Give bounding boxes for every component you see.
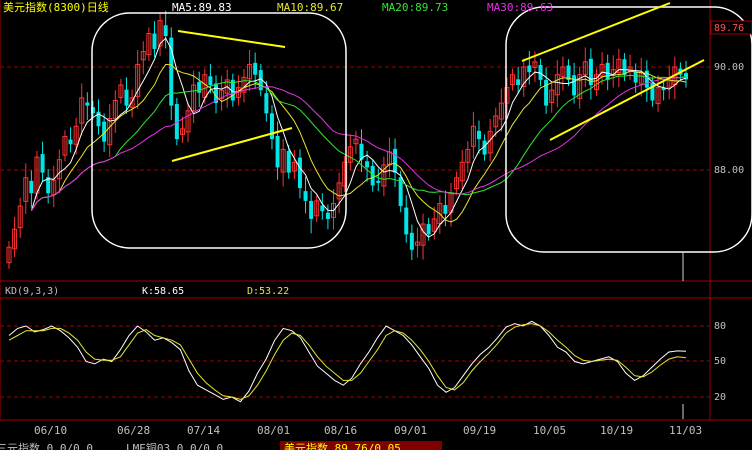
kd-title: KD(9,3,3) (5, 286, 59, 297)
date-axis: 06/10 06/28 07/14 08/01 08/16 09/01 09/1… (34, 424, 702, 437)
ma20-readout: MA20:89.73 (382, 1, 448, 14)
trendline-upper-left (177, 30, 286, 48)
candle-body (622, 59, 627, 75)
candle-body (40, 154, 45, 173)
ma10-line (30, 63, 687, 223)
candle-body (365, 161, 370, 168)
ma20-line (30, 74, 687, 211)
highlight-box-right (505, 6, 752, 253)
candle-body (325, 212, 330, 219)
candle-body (538, 64, 543, 80)
candle-body (605, 62, 610, 80)
candle-body (264, 93, 269, 114)
candle-body (253, 62, 258, 75)
annotation-overlays (91, 2, 752, 419)
price-tick-90: 90.00 (714, 62, 744, 73)
candle-body (68, 139, 73, 145)
date-label: 09/01 (394, 424, 427, 437)
candle-body (275, 136, 280, 168)
status-item-3[interactable]: 美元指数 89.76/0.05 (284, 441, 401, 450)
date-label: 07/14 (187, 424, 220, 437)
status-item-1[interactable]: 三元指数 0.0/0.0 (0, 441, 93, 450)
candle-body (633, 71, 638, 83)
trendline-lower-right (549, 59, 705, 141)
candle-body (426, 224, 431, 235)
ma5-readout: MA5:89.83 (172, 1, 232, 14)
candle-body (476, 130, 481, 140)
candle-body (197, 81, 202, 93)
last-price-label: 89.76 (714, 23, 744, 34)
date-label: 09/19 (463, 424, 496, 437)
candle-body (208, 76, 213, 86)
candle-body (152, 33, 157, 49)
candle-body (516, 79, 521, 86)
date-label: 10/05 (533, 424, 566, 437)
candle-body (393, 148, 398, 173)
kd-d-readout: D:53.22 (247, 286, 289, 297)
ma10-readout: MA10:89.67 (277, 1, 343, 14)
ma30-line (30, 77, 687, 211)
candle-body (376, 180, 381, 183)
date-label: 06/10 (34, 424, 67, 437)
candle-body (29, 180, 34, 194)
candle-body (303, 191, 308, 201)
price-tick-88: 88.00 (714, 165, 744, 176)
chart-title: 美元指数(8300)日线 (3, 0, 109, 14)
date-label: 11/03 (669, 424, 702, 437)
candle-body (286, 150, 291, 173)
kline-chart[interactable]: 美元指数(8300)日线 MA5:89.83 MA10:89.67 MA20:8… (0, 0, 752, 450)
candle-body (163, 25, 168, 37)
kd-k-readout: K:58.65 (142, 286, 184, 297)
candle-body (544, 79, 549, 106)
kd-tick-80: 80 (714, 321, 726, 332)
date-label: 08/16 (324, 424, 357, 437)
candlestick-series (6, 10, 688, 269)
candle-body (309, 200, 314, 219)
candle-body (572, 75, 577, 96)
candle-body (320, 205, 325, 212)
candle-body (297, 157, 302, 189)
candle-body (409, 232, 414, 250)
candle-body (85, 102, 90, 106)
candle-body (124, 89, 129, 106)
highlight-box-left (91, 12, 347, 249)
candle-body (443, 205, 448, 214)
kd-tick-50: 50 (714, 356, 726, 367)
chart-frame (0, 0, 752, 421)
date-label: 06/28 (117, 424, 150, 437)
kd-tick-20: 20 (714, 392, 726, 403)
moving-average-lines (30, 37, 687, 238)
ma30-readout: MA30:89.63 (487, 1, 553, 14)
date-label: 10/19 (600, 424, 633, 437)
trendline-lower-left (171, 127, 293, 162)
status-item-2[interactable]: LME铜03 0.0/0.0 (126, 441, 223, 450)
candle-body (269, 113, 274, 140)
candle-body (527, 65, 532, 73)
candle-body (404, 207, 409, 235)
date-label: 08/01 (257, 424, 290, 437)
status-bar: 三元指数 0.0/0.0 LME铜03 0.0/0.0 美元指数 89.76/0… (0, 441, 752, 450)
